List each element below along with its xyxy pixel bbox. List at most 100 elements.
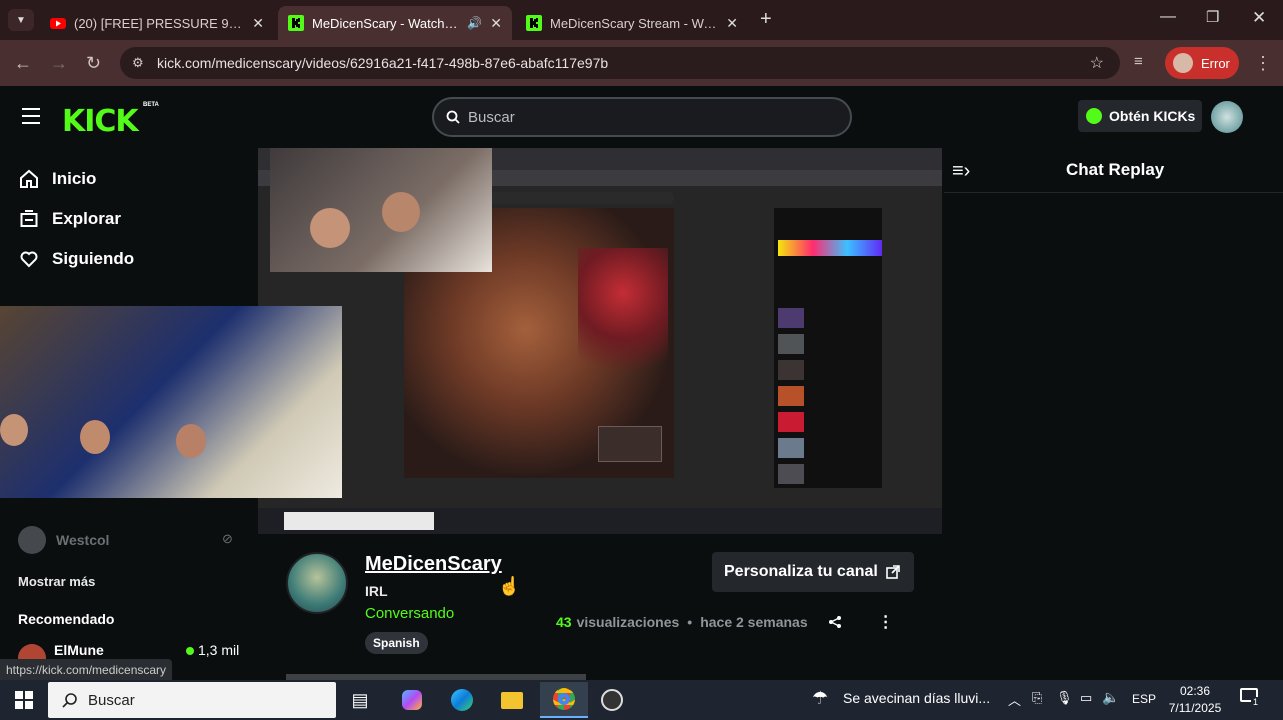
close-icon[interactable]: ✕ xyxy=(726,15,738,32)
clock-time: 02:36 xyxy=(1179,684,1211,698)
search-icon xyxy=(446,110,460,124)
followed-channel-westcol[interactable]: Westcol xyxy=(18,526,109,554)
profile-error-label: Error xyxy=(1201,55,1230,71)
tab-medicenscary-video[interactable]: MeDicenScary - Watch the 🔊 ✕ xyxy=(278,6,512,40)
search-placeholder: Buscar xyxy=(468,108,515,126)
person-face xyxy=(0,414,28,446)
tab-title: MeDicenScary - Watch the xyxy=(312,15,460,31)
live-dot-icon xyxy=(186,647,194,655)
weather-text[interactable]: Se avecinan días lluvi... xyxy=(843,690,990,706)
file-explorer-icon[interactable] xyxy=(492,682,532,718)
customize-channel-button[interactable]: Personaliza tu canal xyxy=(712,552,914,592)
browser-toolbar: ← → ↻ ⚙ kick.com/medicenscary/videos/629… xyxy=(0,40,1283,86)
captured-rose-image xyxy=(578,248,668,398)
share-icon[interactable] xyxy=(828,615,842,629)
close-icon[interactable]: ✕ xyxy=(490,15,502,32)
tab-search-icon[interactable]: ▼ xyxy=(8,9,34,31)
get-kicks-label: Obtén KICKs xyxy=(1109,108,1196,124)
new-tab-button[interactable]: + xyxy=(760,8,772,31)
microphone-icon[interactable]: 🎙 xyxy=(1056,690,1073,706)
webcam-overlay-left xyxy=(0,306,342,498)
more-options-icon[interactable]: ⋮ xyxy=(878,612,894,632)
weather-icon[interactable]: ☂ xyxy=(812,688,828,709)
media-controls-icon[interactable]: ≡ xyxy=(1134,53,1143,70)
captured-thumb xyxy=(778,464,804,484)
tab-title: (20) [FREE] PRESSURE 9X19 x Y xyxy=(74,15,245,31)
tab-youtube[interactable]: (20) [FREE] PRESSURE 9X19 x Y ✕ xyxy=(40,6,274,40)
channel-avatar[interactable] xyxy=(286,552,348,614)
person-face xyxy=(80,420,110,454)
address-bar[interactable]: ⚙ kick.com/medicenscary/videos/62916a21-… xyxy=(120,47,1120,79)
menu-dots-icon[interactable]: ⋮ xyxy=(1254,53,1272,74)
avatar[interactable] xyxy=(1211,101,1243,133)
restore-button[interactable]: ❐ xyxy=(1206,8,1219,26)
tab-medicenscary-stream[interactable]: MeDicenScary Stream - Watch ✕ xyxy=(516,6,748,40)
posted-time: hace 2 semanas xyxy=(700,614,808,630)
language-tag[interactable]: Spanish xyxy=(365,632,428,654)
taskbar-search-input[interactable]: Buscar xyxy=(48,682,336,718)
speaker-icon[interactable]: 🔊 xyxy=(467,16,482,30)
home-icon xyxy=(18,168,40,190)
person-face xyxy=(310,208,350,248)
windows-start-icon[interactable] xyxy=(4,682,44,718)
sidebar-item-label: Explorar xyxy=(52,209,121,228)
captured-thumb xyxy=(778,360,804,380)
captured-thumb xyxy=(778,412,804,432)
offline-icon: ⊘ xyxy=(222,531,233,546)
viewer-count: 1,3 mil xyxy=(198,642,240,658)
copilot-icon[interactable] xyxy=(392,682,432,718)
collapse-chat-icon[interactable]: ≡› xyxy=(952,160,970,183)
channel-name: Westcol xyxy=(56,532,110,548)
tab-title: MeDicenScary Stream - Watch xyxy=(550,15,719,31)
task-view-icon[interactable]: ▤ xyxy=(340,682,380,718)
tray-app-icon[interactable]: ⎘ xyxy=(1032,690,1042,706)
show-more-button[interactable]: Mostrar más xyxy=(18,574,95,589)
category-link[interactable]: IRL xyxy=(365,583,388,599)
browser-tab-bar: ▼ (20) [FREE] PRESSURE 9X19 x Y ✕ MeDice… xyxy=(0,0,1283,40)
chat-replay-title: Chat Replay xyxy=(1066,160,1165,179)
avatar xyxy=(1173,53,1193,73)
kick-logo[interactable]: KICK xyxy=(62,104,139,139)
forward-icon[interactable]: → xyxy=(50,53,68,74)
kicks-coin-icon xyxy=(1086,108,1102,124)
language-indicator[interactable]: ESP xyxy=(1132,692,1156,706)
sidebar-item-siguiendo[interactable]: Siguiendo xyxy=(18,248,134,270)
bookmark-star-icon[interactable]: ☆ xyxy=(1090,53,1104,73)
chrome-icon[interactable] xyxy=(540,682,588,718)
window-close-button[interactable]: ✕ xyxy=(1252,8,1266,28)
captured-thumb xyxy=(778,438,804,458)
video-meta: 43 visualizaciones • hace 2 semanas ⋮ xyxy=(556,612,894,632)
kick-page: KICK BETA Buscar Obtén KICKs Inicio Expl… xyxy=(0,86,1283,680)
search-input[interactable]: Buscar xyxy=(432,97,852,137)
taskbar-clock[interactable]: 02:36 7/11/2025 xyxy=(1160,683,1230,717)
search-icon xyxy=(62,693,77,708)
profile-error-button[interactable]: Error xyxy=(1165,47,1239,79)
network-icon[interactable]: ▭ xyxy=(1080,690,1092,706)
reload-icon[interactable]: ↻ xyxy=(86,53,101,74)
back-icon[interactable]: ← xyxy=(14,53,32,74)
captured-thumb xyxy=(778,386,804,406)
video-player[interactable] xyxy=(258,148,942,534)
get-kicks-button[interactable]: Obtén KICKs xyxy=(1078,100,1202,132)
captured-caption-box xyxy=(598,426,662,462)
minimize-button[interactable]: — xyxy=(1160,8,1176,26)
stream-screen-capture xyxy=(258,148,942,534)
url-text: kick.com/medicenscary/videos/62916a21-f4… xyxy=(157,55,609,71)
captured-thumb xyxy=(778,308,804,328)
close-icon[interactable]: ✕ xyxy=(252,15,264,32)
tray-chevron-icon[interactable]: ︿ xyxy=(1008,690,1021,709)
explore-icon xyxy=(18,208,40,230)
sidebar-item-explorar[interactable]: Explorar xyxy=(18,208,121,230)
obs-icon[interactable] xyxy=(592,682,632,718)
hamburger-menu-icon[interactable] xyxy=(22,108,40,124)
edge-icon[interactable] xyxy=(442,682,482,718)
sidebar-item-inicio[interactable]: Inicio xyxy=(18,168,96,190)
avatar xyxy=(18,526,46,554)
site-info-icon[interactable]: ⚙ xyxy=(132,55,144,71)
notifications-icon[interactable]: 1 xyxy=(1240,688,1262,708)
volume-icon[interactable]: 🔈 xyxy=(1102,689,1119,706)
sidebar-item-label: Inicio xyxy=(52,169,97,188)
youtube-icon xyxy=(50,18,66,29)
channel-name-link[interactable]: MeDicenScary xyxy=(365,553,502,576)
captured-ad-banner xyxy=(778,240,882,256)
